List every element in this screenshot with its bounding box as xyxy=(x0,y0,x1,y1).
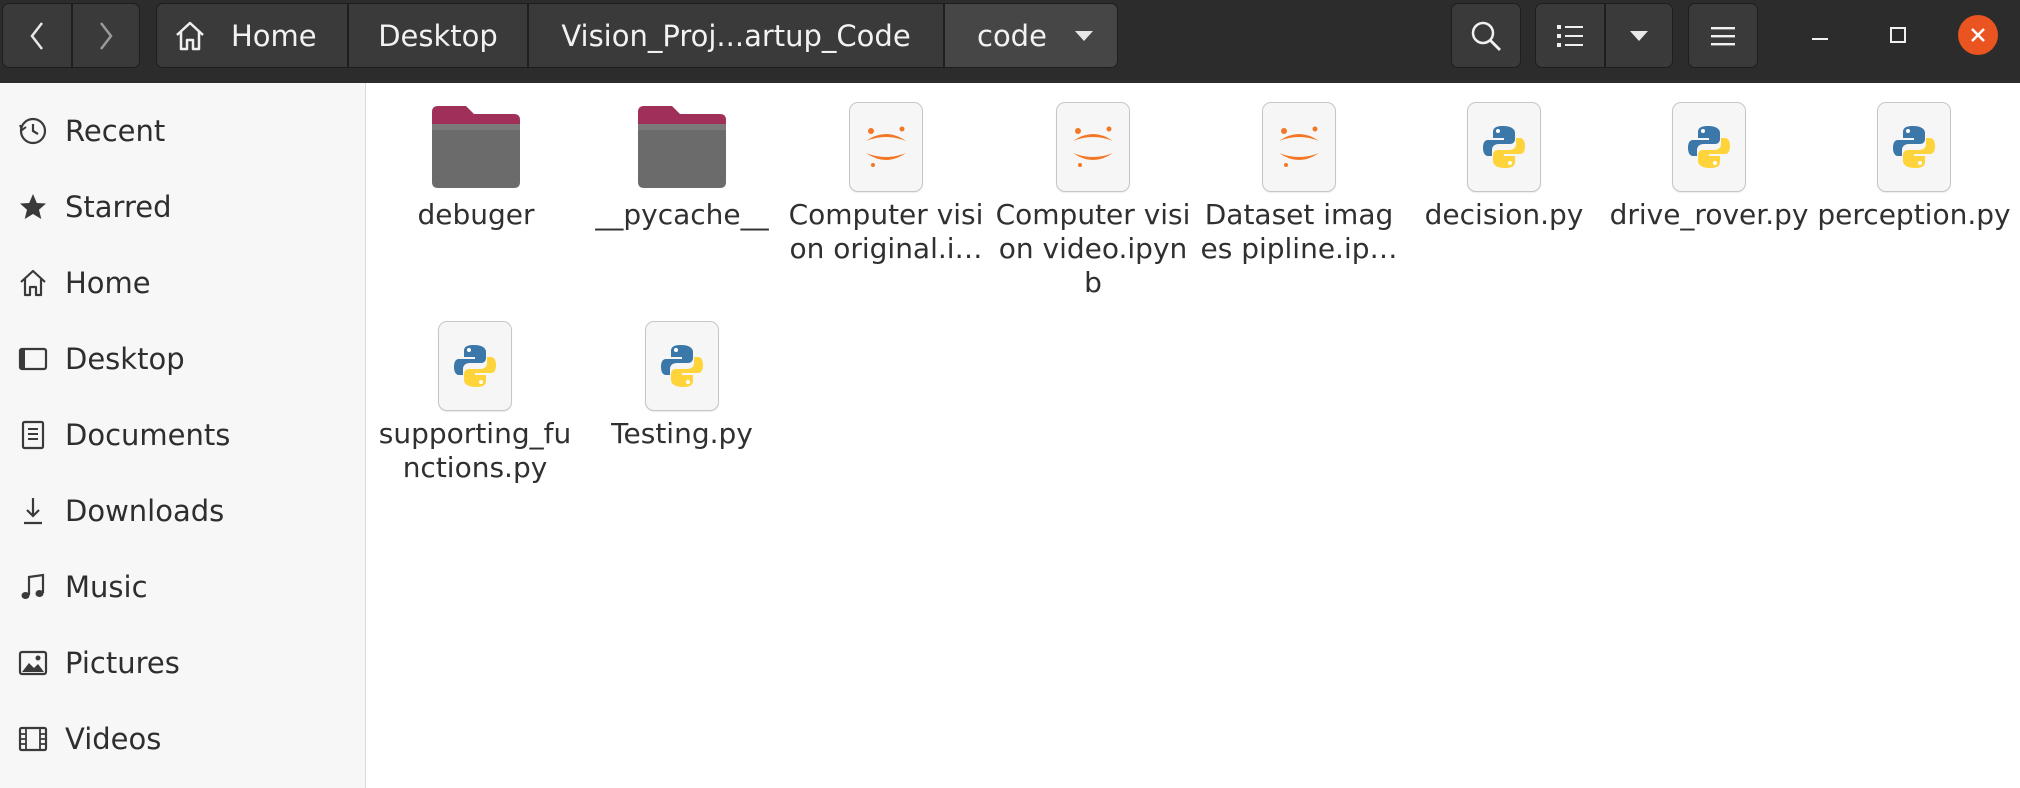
notebook-icon-wrap xyxy=(1043,96,1143,192)
file-name: perception.py xyxy=(1817,198,2011,231)
document-icon xyxy=(18,420,48,450)
breadcrumb: Home Desktop Vision_Proj...artup_Code co… xyxy=(156,3,1118,68)
breadcrumb-desktop-label: Desktop xyxy=(378,18,498,53)
python-icon-wrap xyxy=(1864,96,1964,192)
sidebar-item-downloads[interactable]: Downloads xyxy=(0,473,365,549)
star-icon xyxy=(18,192,48,222)
python-icon-wrap xyxy=(632,315,732,411)
sidebar-item-pictures[interactable]: Pictures xyxy=(0,625,365,701)
forward-button[interactable] xyxy=(72,3,140,68)
search-button[interactable] xyxy=(1451,3,1521,68)
sidebar-item-videos[interactable]: Videos xyxy=(0,701,365,777)
file-grid: debuger __pycache__ Computer vision orig… xyxy=(366,83,2020,788)
header-bar: Home Desktop Vision_Proj...artup_Code co… xyxy=(0,0,2020,84)
sidebar-item-label: Music xyxy=(65,570,148,604)
maximize-button[interactable] xyxy=(1868,0,1928,70)
sidebar-item-label: Pictures xyxy=(65,646,180,680)
file-item-drive-rover[interactable]: drive_rover.py xyxy=(1609,96,1809,232)
file-item-testing[interactable]: Testing.py xyxy=(582,315,782,451)
close-circle xyxy=(1958,15,1998,55)
folder-icon xyxy=(632,96,732,192)
sidebar-item-desktop[interactable]: Desktop xyxy=(0,321,365,397)
chevron-left-icon xyxy=(30,21,43,50)
sidebar-item-starred[interactable]: Starred xyxy=(0,169,365,245)
sidebar-item-label: Home xyxy=(65,266,151,300)
list-view-icon xyxy=(1557,24,1583,47)
music-icon xyxy=(18,572,48,602)
file-name: __pycache__ xyxy=(595,198,769,231)
breadcrumb-code[interactable]: code xyxy=(944,3,1118,68)
breadcrumb-vision-label: Vision_Proj...artup_Code xyxy=(561,18,911,53)
python-icon xyxy=(438,321,512,411)
image-icon xyxy=(18,648,48,678)
notebook-icon-wrap xyxy=(1249,96,1349,192)
breadcrumb-home[interactable]: Home xyxy=(156,3,348,68)
file-name: drive_rover.py xyxy=(1609,198,1809,231)
file-name: Computer vision video.ipynb xyxy=(995,198,1191,299)
file-name: supporting_functions.py xyxy=(378,417,572,484)
file-item-decision[interactable]: decision.py xyxy=(1404,96,1604,232)
close-button[interactable] xyxy=(1948,0,2008,70)
sidebar-item-home[interactable]: Home xyxy=(0,245,365,321)
notebook-icon-wrap xyxy=(836,96,936,192)
view-options-dropdown[interactable] xyxy=(1605,3,1673,68)
sidebar-item-label: Videos xyxy=(65,722,162,756)
sidebar: Recent Starred Home Desktop Documents Do… xyxy=(0,83,366,788)
download-icon xyxy=(18,496,48,526)
hamburger-icon xyxy=(1711,26,1735,45)
chevron-right-icon xyxy=(100,21,113,50)
python-icon xyxy=(1467,102,1541,192)
file-item-pycache[interactable]: __pycache__ xyxy=(582,96,782,232)
breadcrumb-desktop[interactable]: Desktop xyxy=(348,3,528,68)
breadcrumb-home-label: Home xyxy=(231,18,317,53)
search-icon xyxy=(1471,21,1501,51)
file-name: Dataset images pipline.ip… xyxy=(1200,198,1398,265)
menu-button[interactable] xyxy=(1688,3,1758,68)
file-item-supporting-functions[interactable]: supporting_functions.py xyxy=(375,315,575,485)
python-icon-wrap xyxy=(1454,96,1554,192)
caret-down-icon[interactable] xyxy=(1073,29,1095,43)
list-view-button[interactable] xyxy=(1535,3,1605,68)
home-icon xyxy=(18,268,48,298)
sidebar-item-label: Recent xyxy=(65,114,166,148)
file-item-perception[interactable]: perception.py xyxy=(1814,96,2014,232)
file-item-notebook-dataset[interactable]: Dataset images pipline.ip… xyxy=(1199,96,1399,266)
breadcrumb-code-label: code xyxy=(977,18,1047,53)
sidebar-item-label: Downloads xyxy=(65,494,225,528)
caret-down-icon xyxy=(1630,30,1648,41)
file-name: debuger xyxy=(417,198,535,231)
sidebar-item-label: Documents xyxy=(65,418,231,452)
sidebar-item-music[interactable]: Music xyxy=(0,549,365,625)
desktop-icon xyxy=(18,344,48,374)
film-icon xyxy=(18,724,48,754)
file-item-debuger[interactable]: debuger xyxy=(376,96,576,232)
jupyter-icon xyxy=(849,102,923,192)
back-button[interactable] xyxy=(2,3,72,68)
folder-icon xyxy=(426,96,526,192)
file-name: Testing.py xyxy=(611,417,753,450)
file-item-notebook-original[interactable]: Computer vision original.i… xyxy=(786,96,986,266)
python-icon xyxy=(645,321,719,411)
python-icon-wrap xyxy=(425,315,525,411)
sidebar-item-label: Starred xyxy=(65,190,172,224)
sidebar-item-recent[interactable]: Recent xyxy=(0,93,365,169)
jupyter-icon xyxy=(1262,102,1336,192)
minimize-icon xyxy=(1812,38,1828,40)
breadcrumb-vision-project[interactable]: Vision_Proj...artup_Code xyxy=(528,3,944,68)
file-name: decision.py xyxy=(1424,198,1584,231)
close-icon xyxy=(1971,28,1985,42)
clock-icon xyxy=(18,116,48,146)
python-icon xyxy=(1877,102,1951,192)
sidebar-item-documents[interactable]: Documents xyxy=(0,397,365,473)
maximize-icon xyxy=(1890,27,1906,43)
home-icon xyxy=(176,21,204,50)
python-icon-wrap xyxy=(1659,96,1759,192)
file-name: Computer vision original.i… xyxy=(788,198,984,265)
file-item-notebook-video[interactable]: Computer vision video.ipynb xyxy=(993,96,1193,300)
sidebar-item-label: Desktop xyxy=(65,342,185,376)
minimize-button[interactable] xyxy=(1790,0,1850,70)
python-icon xyxy=(1672,102,1746,192)
jupyter-icon xyxy=(1056,102,1130,192)
